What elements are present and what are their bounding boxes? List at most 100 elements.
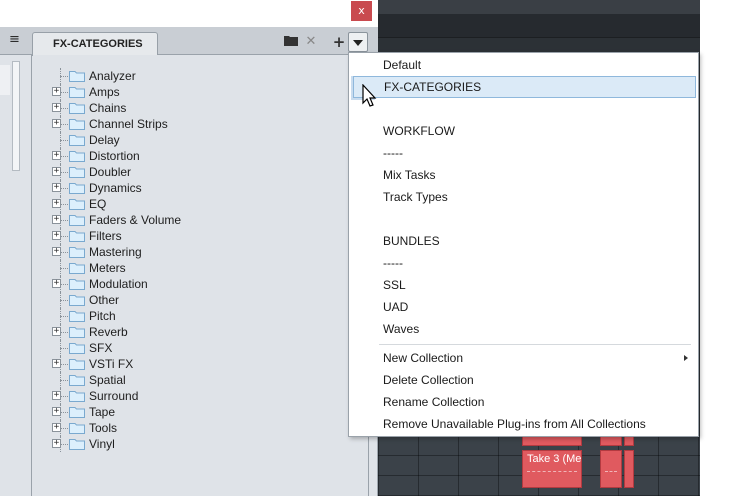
tree-item[interactable]: + Faders & Volume xyxy=(33,212,353,228)
audio-clip[interactable] xyxy=(624,436,634,446)
menu-item-fx-categories[interactable]: FX-CATEGORIES xyxy=(353,76,696,98)
tree-item-label: Pitch xyxy=(89,309,116,323)
folder-icon xyxy=(69,198,85,210)
folder-icon xyxy=(69,166,85,178)
tree-item-label: Channel Strips xyxy=(89,117,168,131)
expand-icon[interactable]: + xyxy=(52,279,61,288)
tree-item-label: EQ xyxy=(89,197,107,211)
scrollbar[interactable] xyxy=(12,61,20,171)
tree-item[interactable]: Spatial xyxy=(33,372,353,388)
tree-item-label: Tape xyxy=(89,405,116,419)
audio-clip[interactable] xyxy=(600,450,622,488)
collections-menu: Default ✔ FX-CATEGORIES WORKFLOW ----- M… xyxy=(348,52,699,437)
tree-item[interactable]: Pitch xyxy=(33,308,353,324)
tab-fx-categories[interactable]: FX-CATEGORIES xyxy=(32,32,158,56)
expand-icon[interactable]: + xyxy=(52,423,61,432)
expand-icon[interactable]: + xyxy=(52,103,61,112)
folder-icon xyxy=(69,390,85,402)
menu-item-uad[interactable]: UAD xyxy=(349,296,698,318)
tree-item[interactable]: + Dynamics xyxy=(33,180,353,196)
tree-item[interactable]: + Filters xyxy=(33,228,353,244)
expand-icon[interactable]: + xyxy=(52,151,61,160)
expand-icon[interactable]: + xyxy=(52,439,61,448)
expand-icon[interactable]: + xyxy=(52,407,61,416)
tree-item-label: Vinyl xyxy=(89,437,115,451)
expand-icon[interactable]: + xyxy=(52,119,61,128)
tree-item-label: Chains xyxy=(89,101,127,115)
menu-item-waves[interactable]: Waves xyxy=(349,318,698,340)
menu-item-new-collection[interactable]: New Collection xyxy=(349,347,698,369)
menu-item-track-types[interactable]: Track Types xyxy=(349,186,698,208)
hamburger-icon[interactable]: ≡ xyxy=(9,33,23,47)
expand-icon[interactable]: + xyxy=(52,247,61,256)
side-strip xyxy=(0,55,32,496)
tree-item[interactable]: + Tape xyxy=(33,404,353,420)
tree-item[interactable]: Analyzer xyxy=(33,68,353,84)
tree-item-label: Distortion xyxy=(89,149,140,163)
tree-item-label: Analyzer xyxy=(89,69,136,83)
expand-icon[interactable]: + xyxy=(52,359,61,368)
audio-clip-take3[interactable]: Take 3 (Me xyxy=(522,450,582,488)
tree-item[interactable]: + Reverb xyxy=(33,324,353,340)
tree-item[interactable]: + EQ xyxy=(33,196,353,212)
waveform xyxy=(527,471,577,481)
menu-item-default[interactable]: Default xyxy=(349,54,698,76)
tree-item[interactable]: + Distortion xyxy=(33,148,353,164)
menu-item-delete-collection[interactable]: Delete Collection xyxy=(349,369,698,391)
chevron-down-icon xyxy=(353,40,363,46)
menu-separator-text: ----- xyxy=(383,256,403,270)
folder-icon xyxy=(69,406,85,418)
folder-icon xyxy=(69,86,85,98)
expand-icon[interactable]: + xyxy=(52,231,61,240)
menu-item-remove-unavailable[interactable]: Remove Unavailable Plug-ins from All Col… xyxy=(349,413,698,435)
expand-icon[interactable]: + xyxy=(52,215,61,224)
tree-item[interactable]: + Channel Strips xyxy=(33,116,353,132)
tree-item[interactable]: + Doubler xyxy=(33,164,353,180)
audio-clip[interactable] xyxy=(522,436,582,446)
tree-item[interactable]: + Chains xyxy=(33,100,353,116)
tree-item-label: Dynamics xyxy=(89,181,142,195)
menu-item-rename-collection[interactable]: Rename Collection xyxy=(349,391,698,413)
category-tree: Analyzer + Amps + Chains + Channel Strips Delay… xyxy=(33,55,369,496)
tree-item-label: Mastering xyxy=(89,245,142,259)
close-button[interactable]: x xyxy=(351,1,372,21)
tree-item-label: VSTi FX xyxy=(89,357,134,371)
folder-icon xyxy=(69,310,85,322)
folder-icon xyxy=(69,150,85,162)
expand-icon[interactable]: + xyxy=(52,87,61,96)
menu-item-ssl[interactable]: SSL xyxy=(349,274,698,296)
tree-item[interactable]: + Vinyl xyxy=(33,436,353,452)
tree-item[interactable]: + Modulation xyxy=(33,276,353,292)
tree-item[interactable]: + Tools xyxy=(33,420,353,436)
menu-separator-text: ----- xyxy=(383,146,403,160)
close-icon[interactable]: ✕ xyxy=(303,34,319,50)
folder-icon xyxy=(69,230,85,242)
folder-icon xyxy=(69,134,85,146)
tree-item-label: Reverb xyxy=(89,325,128,339)
expand-icon[interactable]: + xyxy=(52,199,61,208)
tree-item[interactable]: + VSTi FX xyxy=(33,356,353,372)
side-strip-segment xyxy=(0,65,10,95)
tree-item[interactable]: + Surround xyxy=(33,388,353,404)
expand-icon[interactable]: + xyxy=(52,167,61,176)
tree-item[interactable]: Meters xyxy=(33,260,353,276)
collection-dropdown-button[interactable] xyxy=(348,32,368,52)
tree-item[interactable]: + Amps xyxy=(33,84,353,100)
folder-icon xyxy=(69,262,85,274)
audio-clip[interactable] xyxy=(624,450,634,488)
tree-item[interactable]: Other xyxy=(33,292,353,308)
expand-icon[interactable]: + xyxy=(52,183,61,192)
tree-item-label: Faders & Volume xyxy=(89,213,182,227)
folder-icon[interactable] xyxy=(283,34,299,50)
expand-icon[interactable]: + xyxy=(52,391,61,400)
audio-clip[interactable] xyxy=(600,436,622,446)
tree-item[interactable]: SFX xyxy=(33,340,353,356)
waveform xyxy=(605,471,617,481)
tree-item[interactable]: + Mastering xyxy=(33,244,353,260)
tree-item-label: Surround xyxy=(89,389,139,403)
tree-item[interactable]: Delay xyxy=(33,132,353,148)
expand-icon[interactable]: + xyxy=(52,327,61,336)
menu-item-mix-tasks[interactable]: Mix Tasks xyxy=(349,164,698,186)
plus-icon[interactable]: + xyxy=(331,34,347,50)
tree-item-label: Amps xyxy=(89,85,120,99)
